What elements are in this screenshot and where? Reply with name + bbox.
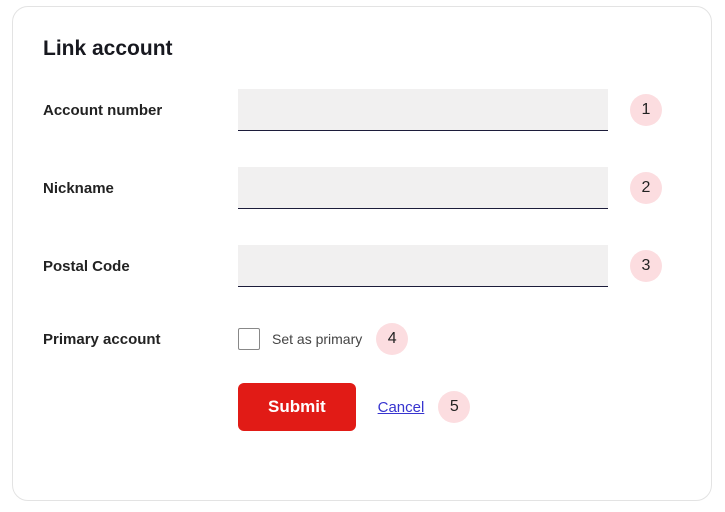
primary-checkbox-label: Set as primary bbox=[272, 331, 362, 347]
row-postal-code: Postal Code 3 bbox=[43, 245, 681, 287]
page-title: Link account bbox=[43, 37, 681, 61]
label-primary: Primary account bbox=[43, 331, 238, 348]
nickname-input[interactable] bbox=[238, 167, 608, 209]
primary-checkbox[interactable] bbox=[238, 328, 260, 350]
badge-4: 4 bbox=[376, 323, 408, 355]
link-account-card: Link account Account number 1 Nickname 2… bbox=[12, 6, 712, 501]
actions-row: Submit Cancel 5 bbox=[238, 383, 681, 431]
primary-checkbox-group: Set as primary 4 bbox=[238, 323, 408, 355]
badge-2: 2 bbox=[630, 172, 662, 204]
label-nickname: Nickname bbox=[43, 180, 238, 197]
badge-5: 5 bbox=[438, 391, 470, 423]
row-account-number: Account number 1 bbox=[43, 89, 681, 131]
label-postal-code: Postal Code bbox=[43, 258, 238, 275]
postal-code-input[interactable] bbox=[238, 245, 608, 287]
row-nickname: Nickname 2 bbox=[43, 167, 681, 209]
badge-3: 3 bbox=[630, 250, 662, 282]
account-number-input[interactable] bbox=[238, 89, 608, 131]
submit-button[interactable]: Submit bbox=[238, 383, 356, 431]
row-primary: Primary account Set as primary 4 bbox=[43, 323, 681, 355]
cancel-link[interactable]: Cancel bbox=[378, 399, 425, 416]
label-account-number: Account number bbox=[43, 102, 238, 119]
badge-1: 1 bbox=[630, 94, 662, 126]
